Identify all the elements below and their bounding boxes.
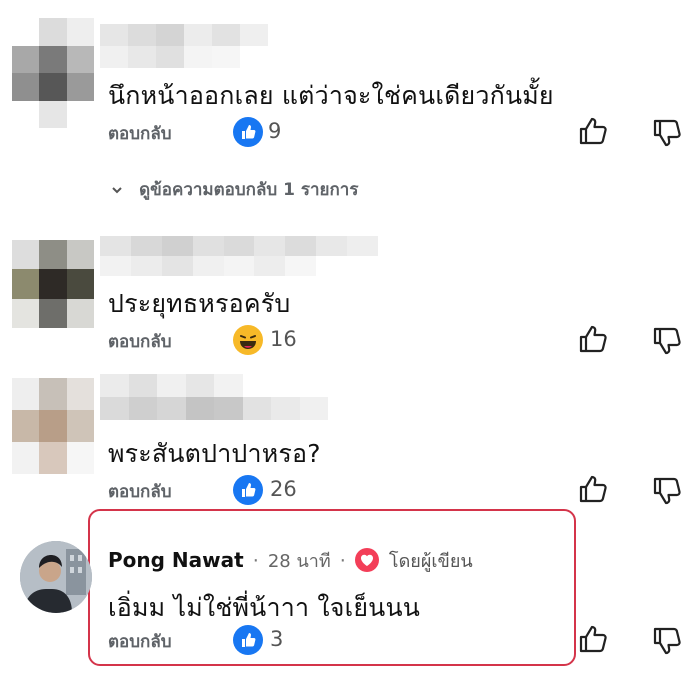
haha-reaction-icon[interactable] (233, 325, 263, 355)
reaction-count[interactable]: 3 (270, 627, 283, 651)
comment-text: เอิ่มม ไม่ใช่พี่น้าาา ใจเย็นนน (108, 593, 421, 622)
heart-icon (354, 548, 379, 572)
timestamp[interactable]: 28 นาที (268, 551, 331, 572)
thumbs-up-outline-icon[interactable] (576, 114, 610, 148)
thumbs-up-outline-icon[interactable] (576, 472, 610, 506)
thumbs-up-outline-icon[interactable] (576, 322, 610, 356)
thumbs-up-outline-icon[interactable] (576, 622, 610, 656)
avatar[interactable] (12, 18, 94, 128)
chevron-down-icon (112, 186, 122, 193)
reply-button[interactable]: ตอบกลับ (108, 628, 172, 655)
author-name-blurred[interactable] (100, 374, 328, 420)
comment-text: ประยุทธหรอครับ (108, 289, 291, 318)
like-reaction-icon[interactable] (233, 117, 263, 147)
author-badge: โดยผู้เขียน (388, 551, 473, 572)
avatar[interactable] (20, 541, 92, 613)
reply-button[interactable]: ตอบกลับ (108, 120, 172, 147)
thumbs-down-outline-icon[interactable] (650, 116, 684, 150)
author-row: Pong Nawat · 28 นาที · โดยผู้เขียน (108, 546, 473, 575)
author-name-blurred[interactable] (100, 236, 378, 276)
reply-button[interactable]: ตอบกลับ (108, 478, 172, 505)
reply-button[interactable]: ตอบกลับ (108, 328, 172, 355)
thumbs-down-outline-icon[interactable] (650, 474, 684, 508)
reaction-count[interactable]: 26 (270, 477, 297, 501)
avatar[interactable] (12, 378, 94, 474)
thumbs-down-outline-icon[interactable] (650, 624, 684, 658)
view-replies-link[interactable]: ดูข้อความตอบกลับ 1 รายการ (110, 176, 358, 203)
reaction-count[interactable]: 9 (268, 119, 281, 143)
like-reaction-icon[interactable] (233, 625, 263, 655)
comment-text: นึกหน้าออกเลย แต่ว่าจะใช่คนเดียวกันมั้ย (108, 81, 554, 110)
separator: · (339, 550, 346, 572)
view-replies-label: ดูข้อความตอบกลับ 1 รายการ (139, 180, 359, 200)
author-name[interactable]: Pong Nawat (108, 548, 244, 572)
reaction-count[interactable]: 16 (270, 327, 297, 351)
like-reaction-icon[interactable] (233, 475, 263, 505)
thumbs-down-outline-icon[interactable] (650, 324, 684, 358)
comment-text: พระสันตปาปาหรอ? (108, 439, 321, 468)
avatar[interactable] (12, 240, 94, 328)
separator: · (252, 550, 259, 572)
author-name-blurred[interactable] (100, 24, 268, 68)
